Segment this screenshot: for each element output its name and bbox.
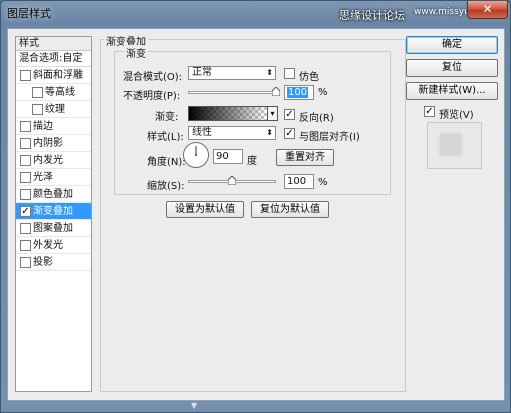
- style-item-label: 渐变叠加: [33, 206, 73, 217]
- watermark-logo: 思缘设计论坛: [339, 9, 405, 22]
- style-item-checkbox[interactable]: [20, 121, 31, 132]
- checkmark-icon: ✓: [285, 109, 294, 120]
- style-item-checkbox[interactable]: [20, 189, 31, 200]
- dropdown-arrow-icon: ⬍: [266, 128, 273, 137]
- styles-list-header[interactable]: 样式: [16, 37, 91, 51]
- reset-to-default-button[interactable]: 复位为默认值: [251, 201, 329, 218]
- window-title: 图层样式: [7, 7, 51, 20]
- styles-list-items: 斜面和浮雕 等高线 纹理 描边 内阴影 内发光 光泽 颜色叠加 ✓ 渐变叠加 图案叠加 外发光 投影: [16, 67, 91, 271]
- style-item[interactable]: 颜色叠加: [16, 186, 91, 203]
- reverse-checkbox[interactable]: ✓: [284, 109, 295, 120]
- angle-value: 90: [216, 151, 229, 162]
- style-label: 样式(L):: [147, 132, 184, 143]
- style-item-checkbox[interactable]: [20, 138, 31, 149]
- ok-button[interactable]: 确定: [406, 36, 498, 54]
- style-item-label: 外发光: [33, 240, 63, 251]
- style-item-label: 内阴影: [33, 138, 63, 149]
- style-item[interactable]: 外发光: [16, 237, 91, 254]
- angle-dial[interactable]: [183, 142, 209, 168]
- resize-grip-icon[interactable]: ▼: [191, 401, 197, 410]
- checkmark-icon: ✓: [21, 206, 30, 217]
- opacity-input[interactable]: 100: [284, 85, 314, 100]
- style-item[interactable]: 等高线: [16, 84, 91, 101]
- style-item-checkbox[interactable]: [20, 155, 31, 166]
- dialog-client: 样式 混合选项:自定 斜面和浮雕 等高线 纹理 描边 内阴影 内发光 光泽 颜色叠加 ✓ 渐变叠加…: [7, 28, 505, 401]
- opacity-value: 100: [287, 87, 309, 98]
- style-value: 线性: [192, 127, 212, 138]
- blending-options-item[interactable]: 混合选项:自定: [16, 51, 91, 67]
- style-item[interactable]: 描边: [16, 118, 91, 135]
- checkmark-icon: ✓: [425, 106, 434, 117]
- style-item-label: 颜色叠加: [33, 189, 73, 200]
- style-select[interactable]: 线性 ⬍: [188, 126, 276, 140]
- degree-unit: 度: [247, 156, 257, 167]
- angle-input[interactable]: 90: [213, 149, 243, 164]
- style-item-label: 斜面和浮雕: [33, 70, 83, 81]
- preview-swatch: [440, 134, 461, 155]
- style-item-checkbox[interactable]: [32, 87, 43, 98]
- layer-style-dialog: 图层样式 思缘设计论坛 www.missyuan.com ✕ 样式 混合选项:自…: [0, 0, 511, 413]
- style-item[interactable]: 图案叠加: [16, 220, 91, 237]
- style-item-checkbox[interactable]: [20, 240, 31, 251]
- blend-mode-label: 混合模式(O):: [123, 72, 183, 83]
- reset-alignment-button[interactable]: 重置对齐: [276, 149, 334, 166]
- style-item[interactable]: ✓ 渐变叠加: [16, 203, 91, 220]
- style-preview-thumbnail: [427, 122, 482, 169]
- style-item-label: 等高线: [45, 87, 75, 98]
- preview-label: 预览(V): [439, 110, 474, 121]
- style-item-checkbox[interactable]: [20, 257, 31, 268]
- gradient-label: 渐变:: [155, 112, 179, 123]
- opacity-slider-track[interactable]: [188, 91, 276, 94]
- style-item-checkbox[interactable]: [20, 172, 31, 183]
- opacity-slider-thumb[interactable]: [272, 87, 280, 96]
- style-item-label: 图案叠加: [33, 223, 73, 234]
- style-item[interactable]: 投影: [16, 254, 91, 271]
- subgroup-title: 渐变: [124, 45, 148, 60]
- dropdown-arrow-icon: ⬍: [266, 68, 273, 77]
- styles-list: 样式 混合选项:自定 斜面和浮雕 等高线 纹理 描边 内阴影 内发光 光泽 颜色叠加 ✓ 渐变叠加…: [15, 36, 92, 392]
- make-default-button[interactable]: 设置为默认值: [166, 201, 244, 218]
- style-item-label: 内发光: [33, 155, 63, 166]
- reverse-label: 反向(R): [299, 113, 334, 124]
- style-item-label: 光泽: [33, 172, 53, 183]
- align-with-layer-checkbox[interactable]: ✓: [284, 128, 295, 139]
- style-item-checkbox[interactable]: [32, 104, 43, 115]
- style-item-label: 纹理: [45, 104, 65, 115]
- align-with-layer-label: 与图层对齐(I): [299, 132, 360, 143]
- style-item-label: 描边: [33, 121, 53, 132]
- style-item[interactable]: 内阴影: [16, 135, 91, 152]
- style-item[interactable]: 内发光: [16, 152, 91, 169]
- blend-mode-value: 正常: [192, 67, 212, 78]
- scale-slider-thumb[interactable]: [228, 176, 236, 185]
- scale-label: 缩放(S):: [147, 181, 185, 192]
- style-item-checkbox[interactable]: [20, 223, 31, 234]
- angle-label: 角度(N):: [147, 157, 186, 168]
- style-item-checkbox[interactable]: ✓: [20, 206, 31, 217]
- gradient-swatch[interactable]: [188, 106, 268, 121]
- checkmark-icon: ✓: [285, 128, 294, 139]
- scale-value: 100: [287, 176, 307, 187]
- style-item[interactable]: 斜面和浮雕: [16, 67, 91, 84]
- reset-button[interactable]: 复位: [406, 59, 498, 77]
- scale-percent: %: [318, 177, 328, 188]
- gradient-picker-dropdown[interactable]: ▾: [268, 106, 278, 121]
- style-item-label: 投影: [33, 257, 53, 268]
- opacity-percent: %: [318, 87, 328, 98]
- close-button[interactable]: ✕: [467, 1, 508, 19]
- blend-mode-select[interactable]: 正常 ⬍: [188, 66, 276, 80]
- new-style-button[interactable]: 新建样式(W)...: [406, 82, 498, 100]
- style-item-checkbox[interactable]: [20, 70, 31, 81]
- scale-input[interactable]: 100: [284, 174, 314, 189]
- style-item[interactable]: 纹理: [16, 101, 91, 118]
- chevron-down-icon: ▾: [270, 109, 275, 118]
- preview-checkbox[interactable]: ✓: [424, 106, 435, 117]
- opacity-label: 不透明度(P):: [123, 91, 181, 102]
- close-icon: ✕: [482, 2, 493, 16]
- dither-label: 仿色: [299, 72, 319, 83]
- dither-checkbox[interactable]: [284, 68, 295, 79]
- style-item[interactable]: 光泽: [16, 169, 91, 186]
